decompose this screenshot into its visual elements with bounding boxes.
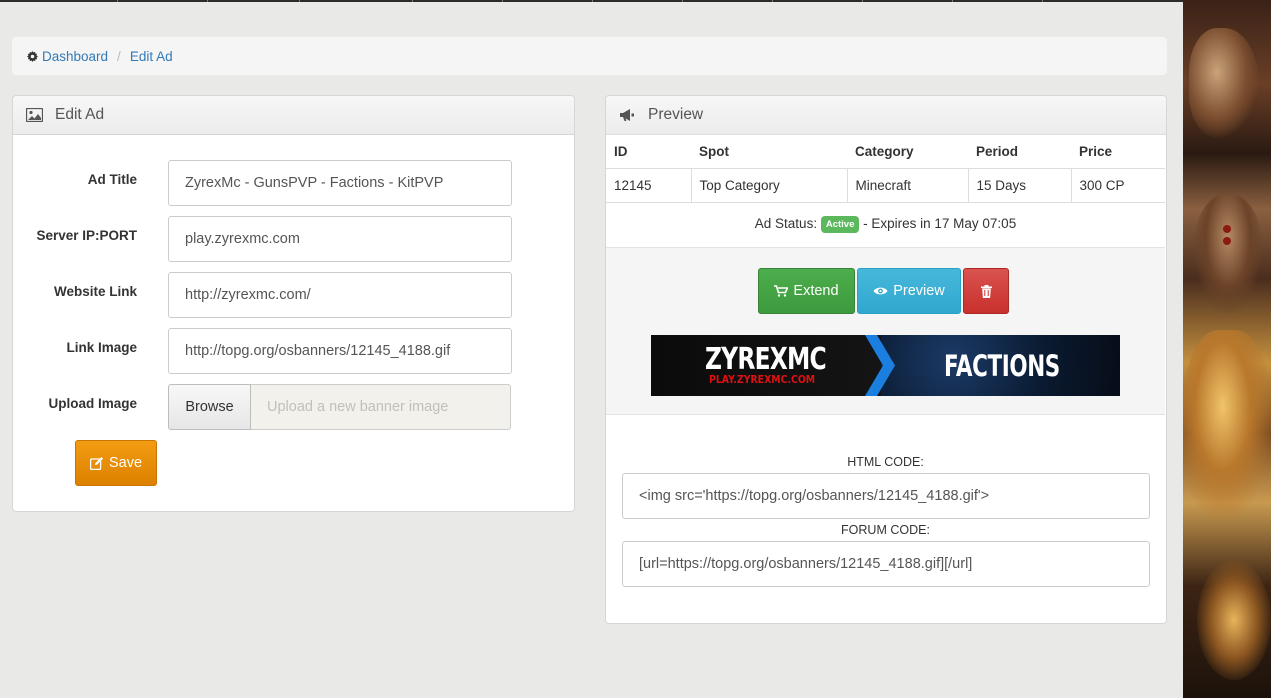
ad-title-input[interactable]: ZyrexMc - GunsPVP - Factions - KitPVP (168, 160, 512, 206)
actions-well: Extend Preview ZYREXMC PLAY.ZYREXMC.COM … (606, 247, 1165, 415)
col-spot: Spot (691, 134, 847, 169)
upload-image-row: Upload Image Browse Upload a new banner … (13, 384, 573, 430)
delete-button[interactable] (963, 268, 1009, 314)
col-id: ID (606, 134, 691, 169)
ad-status: Ad Status: Active - Expires in 17 May 07… (606, 216, 1165, 233)
forum-code-label: FORUM CODE: (841, 523, 930, 537)
preview-button[interactable]: Preview (857, 268, 961, 314)
trash-icon (980, 284, 992, 298)
save-button[interactable]: Save (75, 440, 157, 486)
table-header-row: ID Spot Category Period Price (606, 134, 1165, 169)
link-image-row: Link Image http://topg.org/osbanners/121… (13, 328, 573, 374)
preview-panel: Preview ID Spot Category Period Price 12… (605, 95, 1167, 624)
eye-icon (873, 287, 888, 295)
col-price: Price (1071, 134, 1165, 169)
top-nav-strip (0, 0, 1183, 2)
server-ip-label: Server IP:PORT (36, 228, 137, 243)
link-image-label: Link Image (66, 340, 137, 355)
html-code-field[interactable]: <img src='https://topg.org/osbanners/121… (622, 473, 1150, 519)
breadcrumb-separator: / (117, 48, 121, 64)
breadcrumb-dashboard-link[interactable]: Dashboard (27, 49, 108, 64)
edit-ad-panel: Edit Ad Ad Title ZyrexMc - GunsPVP - Fac… (12, 95, 575, 512)
browse-button[interactable]: Browse (168, 384, 251, 430)
extend-button[interactable]: Extend (758, 268, 855, 314)
cell-price: 300 CP (1071, 168, 1165, 203)
cell-period: 15 Days (968, 168, 1072, 203)
cell-category: Minecraft (847, 168, 969, 203)
cart-icon (774, 285, 789, 297)
ad-title-label: Ad Title (87, 172, 137, 187)
banner-chevron (865, 335, 895, 396)
upload-image-label: Upload Image (48, 396, 137, 411)
ad-title-row: Ad Title ZyrexMc - GunsPVP - Factions - … (13, 160, 573, 206)
side-artwork (1183, 0, 1271, 698)
banner-image: ZYREXMC PLAY.ZYREXMC.COM FACTIONS (651, 335, 1120, 396)
save-button-label: Save (108, 455, 143, 471)
forum-code-field[interactable]: [url=https://topg.org/osbanners/12145_41… (622, 541, 1150, 587)
edit-ad-title: Edit Ad (55, 106, 105, 123)
status-expiry: - Expires in 17 May 07:05 (863, 216, 1017, 232)
server-ip-row: Server IP:PORT play.zyrexmc.com (13, 216, 573, 262)
link-image-input[interactable]: http://topg.org/osbanners/12145_4188.gif (168, 328, 512, 374)
bullhorn-icon (620, 109, 634, 121)
banner-right-text: FACTIONS (944, 349, 1060, 383)
preview-label: Preview (893, 283, 945, 299)
ad-info-table: ID Spot Category Period Price 12145 Top … (606, 134, 1165, 203)
status-prefix: Ad Status: (754, 216, 818, 232)
website-link-label: Website Link (53, 284, 137, 299)
upload-image-input[interactable]: Upload a new banner image (251, 384, 511, 430)
cell-spot: Top Category (691, 168, 848, 203)
gear-icon (27, 50, 38, 62)
website-link-row: Website Link http://zyrexmc.com/ (13, 272, 573, 318)
website-link-input[interactable]: http://zyrexmc.com/ (168, 272, 512, 318)
upload-image-group: Browse Upload a new banner image (168, 384, 511, 430)
breadcrumb: Dashboard / Edit Ad (12, 37, 1167, 75)
edit-icon (89, 456, 104, 470)
extend-label: Extend (793, 283, 839, 299)
edit-ad-heading: Edit Ad (13, 96, 574, 135)
image-icon (26, 108, 43, 122)
banner-left-text: ZYREXMC (705, 342, 827, 377)
preview-title: Preview (648, 106, 704, 123)
html-code-label: HTML CODE: (847, 455, 924, 469)
preview-heading: Preview (606, 96, 1166, 135)
breadcrumb-current[interactable]: Edit Ad (130, 49, 173, 64)
breadcrumb-dashboard-label: Dashboard (42, 48, 109, 64)
cell-id: 12145 (606, 168, 692, 203)
status-badge: Active (820, 216, 860, 233)
server-ip-input[interactable]: play.zyrexmc.com (168, 216, 512, 262)
banner-sub-text: PLAY.ZYREXMC.COM (709, 373, 816, 386)
col-period: Period (968, 134, 1071, 169)
table-row: 12145 Top Category Minecraft 15 Days 300… (606, 168, 1165, 203)
col-category: Category (847, 134, 968, 169)
